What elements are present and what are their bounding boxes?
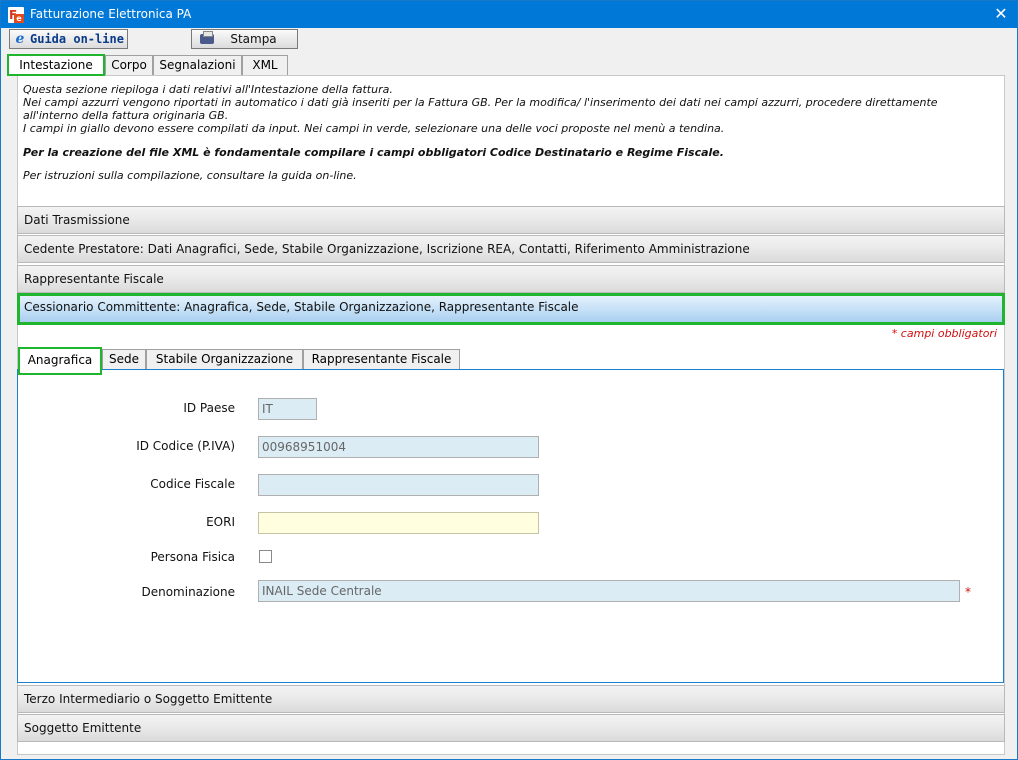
section-terzo-intermediario[interactable]: Terzo Intermediario o Soggetto Emittente: [17, 685, 1005, 713]
subtab-stabile-organizzazione[interactable]: Stabile Organizzazione: [146, 349, 303, 369]
online-guide-button[interactable]: e Guida on-line: [9, 29, 128, 49]
print-label: Stampa: [230, 32, 277, 46]
intro-bold-note: Per la creazione del file XML è fondamen…: [23, 146, 724, 159]
printer-icon: [200, 31, 214, 44]
persona-fisica-checkbox[interactable]: [259, 550, 272, 563]
app-window: F e Fatturazione Elettronica PA ✕ e Guid…: [0, 0, 1018, 760]
eori-label: EORI: [206, 515, 235, 529]
close-icon[interactable]: ✕: [985, 1, 1017, 28]
codice-fiscale-label: Codice Fiscale: [150, 477, 235, 491]
id-codice-field[interactable]: 00968951004: [258, 436, 539, 458]
section-dati-trasmissione[interactable]: Dati Trasmissione: [17, 206, 1005, 234]
id-paese-label: ID Paese: [183, 401, 235, 415]
print-button[interactable]: Stampa: [191, 29, 298, 49]
intro-line-3: I campi in giallo devono essere compilat…: [23, 122, 725, 135]
denominazione-label: Denominazione: [141, 585, 235, 599]
intro-hint: Per istruzioni sulla compilazione, consu…: [23, 169, 357, 182]
online-guide-label: Guida on-line: [30, 32, 124, 46]
tab-xml[interactable]: XML: [242, 55, 288, 75]
tab-segnalazioni[interactable]: Segnalazioni: [153, 55, 242, 75]
persona-fisica-label: Persona Fisica: [150, 550, 235, 564]
tab-intestazione[interactable]: Intestazione: [7, 54, 105, 76]
subtab-rappresentante-fiscale[interactable]: Rappresentante Fiscale: [303, 349, 460, 369]
browser-icon: e: [15, 31, 25, 47]
denominazione-required-mark: *: [965, 585, 971, 599]
app-logo-icon: F e: [8, 7, 24, 23]
section-soggetto-emittente[interactable]: Soggetto Emittente: [17, 714, 1005, 742]
section-cedente-prestatore[interactable]: Cedente Prestatore: Dati Anagrafici, Sed…: [17, 235, 1005, 263]
app-logo-sub: e: [14, 14, 24, 23]
required-fields-note: * campi obbligatori: [891, 327, 997, 340]
subtab-anagrafica[interactable]: Anagrafica: [18, 347, 102, 375]
intro-line-1: Questa sezione riepiloga i dati relativi…: [23, 83, 393, 96]
intro-line-2: Nei campi azzurri vengono riportati in a…: [23, 96, 938, 122]
eori-field[interactable]: [258, 512, 539, 534]
subtab-sede[interactable]: Sede: [102, 349, 146, 369]
window-title: Fatturazione Elettronica PA: [30, 7, 192, 21]
section-cessionario-committente[interactable]: Cessionario Committente: Anagrafica, Sed…: [17, 293, 1005, 325]
codice-fiscale-field[interactable]: [258, 474, 539, 496]
section-rappresentante-fiscale[interactable]: Rappresentante Fiscale: [17, 265, 1005, 293]
denominazione-field[interactable]: INAIL Sede Centrale: [258, 580, 960, 602]
intro-text: Questa sezione riepiloga i dati relativi…: [23, 83, 993, 182]
title-bar: F e Fatturazione Elettronica PA ✕: [1, 1, 1017, 28]
id-paese-field[interactable]: IT: [258, 398, 317, 420]
id-codice-label: ID Codice (P.IVA): [136, 439, 235, 453]
tab-corpo[interactable]: Corpo: [105, 55, 153, 75]
